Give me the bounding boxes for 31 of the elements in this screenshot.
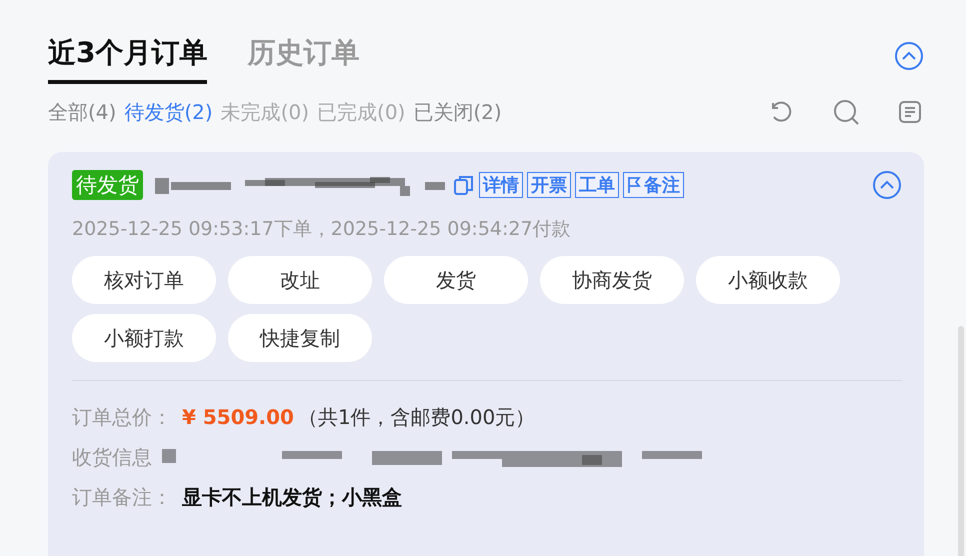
tab[interactable]: 近3个月订单 [48,28,208,84]
collapse-icon[interactable] [872,170,902,200]
action-button[interactable]: 小额收款 [696,256,840,304]
filter-tab[interactable]: 全部(4) [48,98,116,126]
tab[interactable]: 历史订单 [247,28,360,84]
status-badge: 待发货 [72,170,143,200]
action-button[interactable]: 小额打款 [72,314,216,362]
order-times: 2025-12-25 09:53:17下单，2025-12-25 09:54:27付款 [72,217,572,242]
order-link[interactable]: 备注 [623,172,684,198]
list-icon[interactable] [898,100,922,124]
search-icon[interactable] [832,98,860,126]
filter-tab[interactable]: 已关闭(2) [413,98,502,126]
field-label: 收货信息 [72,444,152,470]
copy-icon[interactable] [453,174,475,196]
filter-tab[interactable]: 待发货(2) [124,98,213,126]
scrollbar[interactable] [958,326,964,556]
action-button[interactable]: 快捷复制 [228,314,372,362]
field-value: （共1件，含邮费0.00元） [298,404,536,430]
field-label: 订单总价： [72,404,172,430]
order-link[interactable]: 工单 [575,172,619,198]
action-button[interactable]: 协商发货 [540,256,684,304]
field-value: 显卡不上机发货；小黑盒 [182,484,402,510]
order-link[interactable]: 开票 [527,172,571,198]
action-button[interactable]: 改址 [228,256,372,304]
order-link[interactable]: 详情 [479,172,523,198]
action-button[interactable]: 核对订单 [72,256,216,304]
price-text: ¥ 5509.00 [182,405,294,429]
field-label: 订单备注： [72,484,172,510]
collapse-button[interactable] [894,41,924,71]
flag-icon [627,176,641,194]
action-button[interactable]: 发货 [384,256,528,304]
